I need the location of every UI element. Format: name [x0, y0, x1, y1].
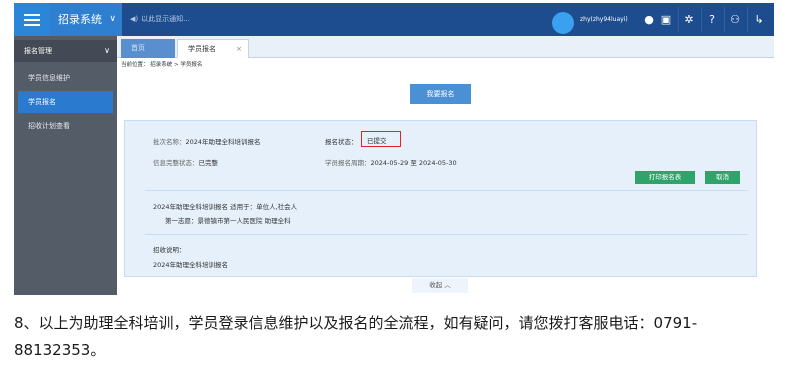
info-label: 信息完整状态： — [153, 159, 199, 167]
sidebar-item-student-enroll[interactable]: 学员报名 — [18, 91, 113, 113]
speaker-icon: ◀) — [130, 15, 139, 23]
username[interactable]: zhy(zhy94luayi) — [580, 3, 628, 36]
notice-bar: ◀) 以此显示通知... — [130, 3, 190, 36]
status-value: 已提交 — [367, 137, 387, 145]
tab-label: 首页 — [131, 44, 145, 52]
caption-text: 8、以上为助理全科培训，学员登录信息维护以及报名的全流程，如有疑问，请您拨打客服… — [14, 314, 698, 359]
status-highlight-box: 已提交 — [361, 131, 401, 147]
gear-icon[interactable]: ✲ — [682, 13, 696, 27]
notice-text: 以此显示通知... — [141, 15, 190, 23]
toolbar-divider — [678, 7, 679, 32]
tab-label: 学员报名 — [188, 45, 216, 53]
info-value: 已完整 — [198, 159, 219, 167]
enrollment-card: 批次名称：2024年助理全科培训报名 报名状态： 已提交 信息完整状态：已完整 … — [124, 120, 757, 277]
note-value: 2024年助理全科培训报名 — [153, 261, 229, 269]
message-icon[interactable]: ▣ — [659, 13, 673, 27]
system-title: 招录系统 — [58, 13, 102, 26]
tab-student-enroll[interactable]: 学员报名 × — [177, 39, 249, 58]
close-icon[interactable]: × — [236, 40, 242, 59]
cancel-button[interactable]: 取消 — [705, 171, 740, 184]
collapse-toggle[interactable]: 收起 ︿ — [412, 278, 468, 293]
toolbar-divider — [724, 7, 725, 32]
batch-field: 批次名称：2024年助理全科培训报名 — [153, 136, 261, 146]
chevron-down-icon: ∨ — [109, 14, 116, 24]
detail-line-1: 2024年助理全科培训报名 适用于：单位人,社会人 — [153, 203, 298, 211]
divider — [145, 234, 748, 235]
toolbar-divider — [747, 7, 748, 32]
period-field: 学员报名周期：2024-05-29 至 2024-05-30 — [325, 157, 457, 167]
status-label: 报名状态： — [325, 138, 358, 146]
chevron-down-icon: ∨ — [104, 46, 110, 55]
toolbar-divider — [701, 7, 702, 32]
sidebar-item-student-info[interactable]: 学员信息维护 — [18, 67, 113, 89]
logout-icon[interactable]: ↳ — [752, 13, 766, 27]
hamburger-icon — [24, 18, 40, 21]
period-label: 学员报名周期： — [325, 159, 371, 167]
note-label: 招收说明： — [153, 246, 186, 254]
divider — [145, 190, 748, 191]
menu-toggle-button[interactable] — [14, 3, 50, 36]
breadcrumb: 当前位置： 招录系统 > 学员报名 — [121, 62, 203, 68]
sidebar-item-plan-view[interactable]: 招收计划查看 — [18, 115, 113, 137]
info-field: 信息完整状态：已完整 — [153, 157, 218, 167]
system-switcher[interactable]: 招录系统 ∨ — [50, 3, 122, 36]
sidebar-group-label: 报名管理 — [24, 47, 52, 55]
sidebar-item-label: 招收计划查看 — [28, 122, 70, 130]
tab-home[interactable]: 首页 — [121, 39, 175, 58]
top-bar: 招录系统 ∨ ◀) 以此显示通知... zhy(zhy94luayi) ● ▣ ✲… — [14, 3, 774, 36]
print-form-button[interactable]: 打印报名表 — [635, 171, 695, 184]
detail-line-2: 第一志愿：景德镇市第一人民医院 助理全科 — [165, 217, 291, 225]
tab-bar: 首页 学员报名 × — [117, 36, 774, 58]
enroll-button[interactable]: 我要报名 — [410, 84, 471, 104]
sidebar-item-label: 学员报名 — [28, 98, 56, 106]
wechat-icon[interactable]: ● — [642, 13, 656, 27]
batch-value: 2024年助理全科培训报名 — [185, 138, 261, 146]
help-icon[interactable]: ? — [705, 13, 719, 27]
avatar[interactable] — [552, 12, 574, 34]
period-value: 2024-05-29 至 2024-05-30 — [370, 159, 457, 167]
sidebar-group-enrollment[interactable]: 报名管理 ∨ — [14, 40, 117, 62]
user-settings-icon[interactable]: ⚇ — [728, 13, 742, 27]
sidebar-item-label: 学员信息维护 — [28, 74, 70, 82]
app-screenshot: 招录系统 ∨ ◀) 以此显示通知... zhy(zhy94luayi) ● ▣ ✲… — [14, 3, 774, 295]
sidebar: 报名管理 ∨ 学员信息维护 学员报名 招收计划查看 — [14, 36, 117, 295]
batch-label: 批次名称： — [153, 138, 186, 146]
